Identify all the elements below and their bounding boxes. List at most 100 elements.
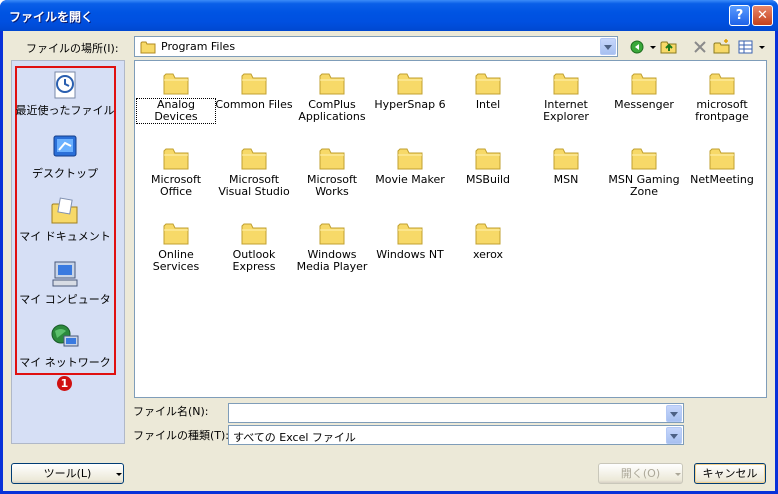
place-my-computer-label: マイ コンピュータ	[19, 293, 111, 306]
folder-icon	[319, 73, 345, 95]
look-in-value: Program Files	[161, 40, 236, 53]
folder-label: microsoft frontpage	[695, 98, 749, 123]
folder-item[interactable]: Movie Maker	[371, 145, 449, 186]
folder-icon	[709, 148, 735, 170]
folder-icon	[475, 223, 501, 245]
my-documents-icon	[51, 197, 78, 224]
place-desktop[interactable]: デスクトップ	[15, 133, 115, 181]
place-my-network[interactable]: マイ ネットワーク	[15, 322, 115, 370]
filetype-select[interactable]: すべての Excel ファイル	[228, 425, 684, 445]
folder-item[interactable]: Microsoft Works	[293, 145, 371, 198]
folder-label: Windows Media Player	[296, 248, 368, 273]
folder-label: Messenger	[614, 98, 674, 111]
place-my-network-label: マイ ネットワーク	[19, 356, 111, 369]
title-bar[interactable]: ファイルを開く ? ✕	[0, 0, 778, 31]
folder-label: Analog Devices	[136, 98, 216, 124]
folder-icon	[553, 148, 579, 170]
folder-item[interactable]: Intel	[449, 70, 527, 111]
folder-label: MSN Gaming Zone	[608, 173, 680, 198]
folder-item[interactable]: Outlook Express	[215, 220, 293, 273]
folder-item[interactable]: Microsoft Office	[137, 145, 215, 198]
folder-label: Intel	[475, 98, 501, 111]
place-recent[interactable]: 最近使ったファイル	[15, 70, 115, 118]
recent-documents-icon	[54, 71, 76, 99]
filetype-dropdown-button[interactable]	[666, 427, 682, 444]
folder-item[interactable]: Windows NT	[371, 220, 449, 261]
my-network-icon	[51, 324, 79, 347]
look-in-label: ファイルの場所(I):	[26, 42, 119, 55]
place-my-documents[interactable]: マイ ドキュメント	[15, 196, 115, 244]
folder-icon	[709, 73, 735, 95]
folder-item[interactable]: MSN Gaming Zone	[605, 145, 683, 198]
folder-icon	[241, 223, 267, 245]
my-computer-icon	[52, 261, 78, 287]
folder-icon	[163, 73, 189, 95]
folder-icon	[319, 223, 345, 245]
filetype-value: すべての Excel ファイル	[233, 431, 356, 444]
up-folder-icon[interactable]	[660, 38, 678, 56]
back-icon[interactable]	[629, 38, 647, 56]
folder-item[interactable]: Microsoft Visual Studio	[215, 145, 293, 198]
folder-item[interactable]: xerox	[449, 220, 527, 261]
folder-item[interactable]: HyperSnap 6	[371, 70, 449, 111]
place-my-documents-label: マイ ドキュメント	[19, 230, 111, 243]
folder-item[interactable]: ComPlus Applications	[293, 70, 371, 123]
annotation-badge: 1	[57, 376, 72, 391]
views-icon[interactable]	[737, 38, 755, 56]
place-recent-label: 最近使ったファイル	[15, 104, 115, 117]
folder-label: Internet Explorer	[543, 98, 589, 123]
views-dropdown-icon[interactable]	[759, 46, 765, 49]
filename-label: ファイル名(N):	[133, 405, 209, 418]
folder-label: xerox	[472, 248, 504, 261]
look-in-dropdown-button[interactable]	[600, 38, 616, 55]
desktop-icon	[53, 135, 77, 157]
folder-icon	[241, 148, 267, 170]
tools-dropdown-icon	[116, 473, 122, 476]
new-folder-icon[interactable]	[713, 38, 731, 56]
folder-icon	[397, 148, 423, 170]
folder-icon	[553, 73, 579, 95]
folder-item[interactable]: MSN	[527, 145, 605, 186]
folder-item[interactable]: Messenger	[605, 70, 683, 111]
folder-icon	[241, 73, 267, 95]
folder-item[interactable]: Analog Devices	[136, 70, 216, 124]
folder-item[interactable]: Common Files	[215, 70, 293, 111]
folder-icon	[163, 148, 189, 170]
folder-item[interactable]: Windows Media Player	[293, 220, 371, 273]
folder-item[interactable]: microsoft frontpage	[683, 70, 761, 123]
back-dropdown-icon[interactable]	[650, 46, 656, 49]
folder-item[interactable]: MSBuild	[449, 145, 527, 186]
window-title: ファイルを開く	[9, 10, 94, 24]
folder-icon	[631, 73, 657, 95]
folder-label: Common Files	[215, 98, 293, 111]
folder-item[interactable]: Internet Explorer	[527, 70, 605, 123]
folder-item[interactable]: NetMeeting	[683, 145, 761, 186]
folder-icon	[397, 73, 423, 95]
place-my-computer[interactable]: マイ コンピュータ	[15, 259, 115, 307]
folder-label: Windows NT	[376, 248, 444, 261]
cancel-button[interactable]: キャンセル	[694, 463, 766, 484]
folder-item[interactable]: Online Services	[137, 220, 215, 273]
folder-label: Outlook Express	[232, 248, 276, 273]
filename-input[interactable]	[228, 403, 684, 423]
folder-label: Movie Maker	[375, 173, 445, 186]
folder-icon	[319, 148, 345, 170]
folder-icon	[163, 223, 189, 245]
tools-button[interactable]: ツール(L)	[11, 463, 124, 484]
folder-label: ComPlus Applications	[298, 98, 366, 123]
folder-label: MSBuild	[465, 173, 511, 186]
look-in-combo[interactable]: Program Files	[134, 36, 618, 57]
filetype-label: ファイルの種類(T):	[133, 429, 230, 442]
close-button[interactable]: ✕	[752, 5, 773, 26]
help-button[interactable]: ?	[729, 5, 750, 26]
delete-icon[interactable]	[691, 38, 709, 56]
folder-icon	[475, 148, 501, 170]
folder-label: MSN	[553, 173, 579, 186]
folder-label: Microsoft Office	[150, 173, 202, 198]
filename-dropdown-button[interactable]	[666, 405, 682, 422]
folder-label: Online Services	[152, 248, 200, 273]
open-button[interactable]: 開く(O)	[598, 463, 683, 484]
folder-icon	[475, 73, 501, 95]
folder-label: NetMeeting	[690, 173, 754, 186]
tools-button-label: ツール(L)	[43, 467, 92, 480]
